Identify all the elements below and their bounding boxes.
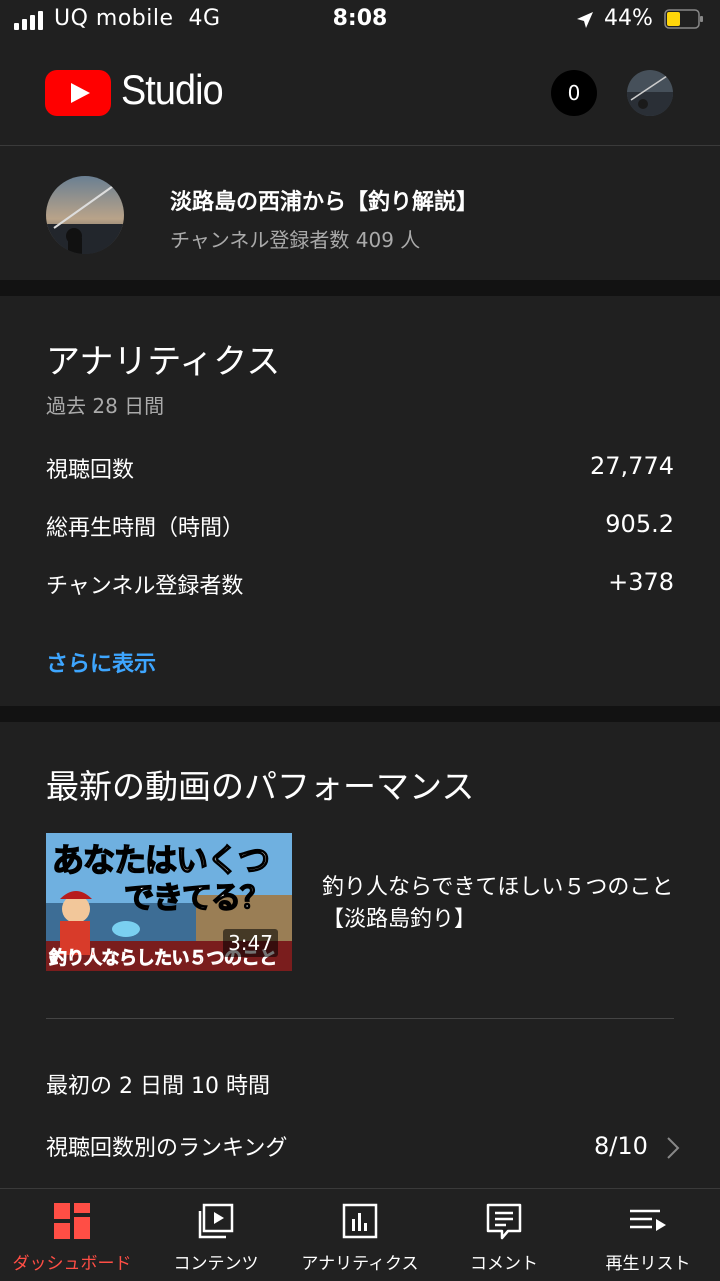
avatar[interactable] bbox=[627, 70, 673, 116]
channel-avatar-image bbox=[46, 176, 124, 254]
battery-icon bbox=[664, 9, 703, 29]
video-library-icon bbox=[198, 1203, 234, 1239]
analytics-icon bbox=[342, 1203, 378, 1239]
chevron-right-icon[interactable] bbox=[666, 1136, 680, 1160]
bottom-nav: ダッシュボード コンテンツ アナリティクス コメント 再生リスト bbox=[0, 1188, 720, 1281]
thumbnail-text-line2: できてる？ bbox=[123, 880, 271, 917]
video-title[interactable]: 釣り人ならできてほしい５つのこと【淡路島釣り】 bbox=[322, 872, 682, 936]
nav-label-dashboard: ダッシュボード bbox=[12, 1254, 132, 1274]
nav-item-content[interactable]: コンテンツ bbox=[144, 1189, 288, 1281]
section-divider bbox=[0, 280, 720, 296]
latest-video-section-title: 最新の動画のパフォーマンス bbox=[46, 767, 475, 806]
subscribers-value: +378 bbox=[608, 568, 674, 596]
status-bar: UQ mobile 4G 8:08 44% bbox=[0, 0, 720, 40]
channel-name: 淡路島の西浦から【釣り解説】 bbox=[170, 190, 479, 215]
studio-wordmark: Studio bbox=[121, 66, 224, 113]
nav-item-analytics[interactable]: アナリティクス bbox=[288, 1189, 432, 1281]
analytics-period: 過去 28 日間 bbox=[46, 394, 165, 418]
first-period-label: 最初の 2 日間 10 時間 bbox=[46, 1074, 270, 1099]
subscribers-label: チャンネル登録者数 bbox=[46, 574, 244, 599]
nav-item-dashboard[interactable]: ダッシュボード bbox=[0, 1189, 144, 1281]
card-divider bbox=[46, 1018, 674, 1019]
notification-count-button[interactable]: 0 bbox=[551, 70, 597, 116]
views-label: 視聴回数 bbox=[46, 458, 135, 483]
comment-icon bbox=[486, 1203, 522, 1240]
channel-card[interactable]: 淡路島の西浦から【釣り解説】 チャンネル登録者数 409 人 bbox=[0, 146, 720, 280]
nav-label-comments: コメント bbox=[470, 1254, 538, 1274]
ranking-value[interactable]: 8/10 bbox=[594, 1132, 648, 1160]
playlist-icon bbox=[630, 1209, 666, 1231]
channel-subscriber-count: チャンネル登録者数 409 人 bbox=[170, 228, 421, 252]
youtube-logo-icon[interactable] bbox=[45, 70, 111, 116]
battery-percent: 44% bbox=[604, 6, 653, 31]
analytics-card: アナリティクス 過去 28 日間 視聴回数 27,774 総再生時間（時間） 9… bbox=[0, 296, 720, 706]
nav-label-content: コンテンツ bbox=[173, 1254, 259, 1274]
channel-avatar bbox=[46, 176, 124, 254]
video-duration: 3:47 bbox=[223, 929, 278, 957]
ranking-label[interactable]: 視聴回数別のランキング bbox=[46, 1130, 287, 1162]
watch-time-value: 905.2 bbox=[605, 510, 674, 538]
show-more-link[interactable]: さらに表示 bbox=[46, 646, 156, 678]
nav-item-playlists[interactable]: 再生リスト bbox=[576, 1189, 720, 1281]
nav-item-comments[interactable]: コメント bbox=[432, 1189, 576, 1281]
dashboard-icon bbox=[54, 1203, 90, 1239]
avatar-image bbox=[627, 70, 673, 116]
nav-label-analytics: アナリティクス bbox=[301, 1254, 419, 1274]
nav-label-playlists: 再生リスト bbox=[605, 1254, 691, 1274]
latest-video-card: 最新の動画のパフォーマンス あなたはいくつ できてる？ 釣り人ならしたい５つのこ… bbox=[0, 722, 720, 1188]
analytics-title: アナリティクス bbox=[46, 342, 281, 382]
video-thumbnail[interactable]: あなたはいくつ できてる？ 釣り人ならしたい５つのこと 3:47 bbox=[46, 833, 292, 971]
app-header: Studio 0 bbox=[0, 40, 720, 146]
views-value: 27,774 bbox=[590, 452, 674, 480]
location-arrow-icon bbox=[577, 12, 593, 28]
section-divider bbox=[0, 706, 720, 722]
watch-time-label: 総再生時間（時間） bbox=[46, 516, 245, 541]
